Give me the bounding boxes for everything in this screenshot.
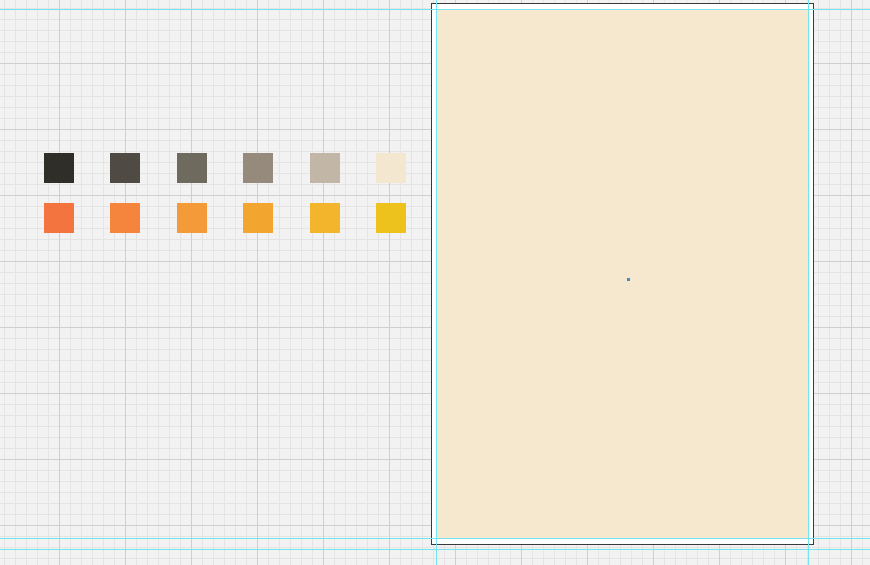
swatch-warm-4[interactable] [243,203,273,233]
horizontal-guide-top[interactable] [0,9,870,10]
swatch-neutral-1[interactable] [44,153,74,183]
swatch-neutral-3[interactable] [177,153,207,183]
artboard[interactable] [431,3,814,545]
swatch-neutral-4[interactable] [243,153,273,183]
artboard-background[interactable] [437,10,808,538]
horizontal-guide-bottom-bleed[interactable] [0,549,870,550]
design-canvas[interactable] [0,0,870,565]
swatch-warm-6[interactable] [376,203,406,233]
swatch-neutral-5[interactable] [310,153,340,183]
swatch-warm-3[interactable] [177,203,207,233]
swatch-neutral-2[interactable] [110,153,140,183]
vertical-guide-left[interactable] [436,0,437,565]
vertical-guide-right[interactable] [808,0,809,565]
swatch-warm-5[interactable] [310,203,340,233]
center-point-icon [627,278,630,281]
swatch-neutral-6[interactable] [376,153,406,183]
swatch-warm-2[interactable] [110,203,140,233]
horizontal-guide-bottom[interactable] [0,538,870,539]
swatch-warm-1[interactable] [44,203,74,233]
